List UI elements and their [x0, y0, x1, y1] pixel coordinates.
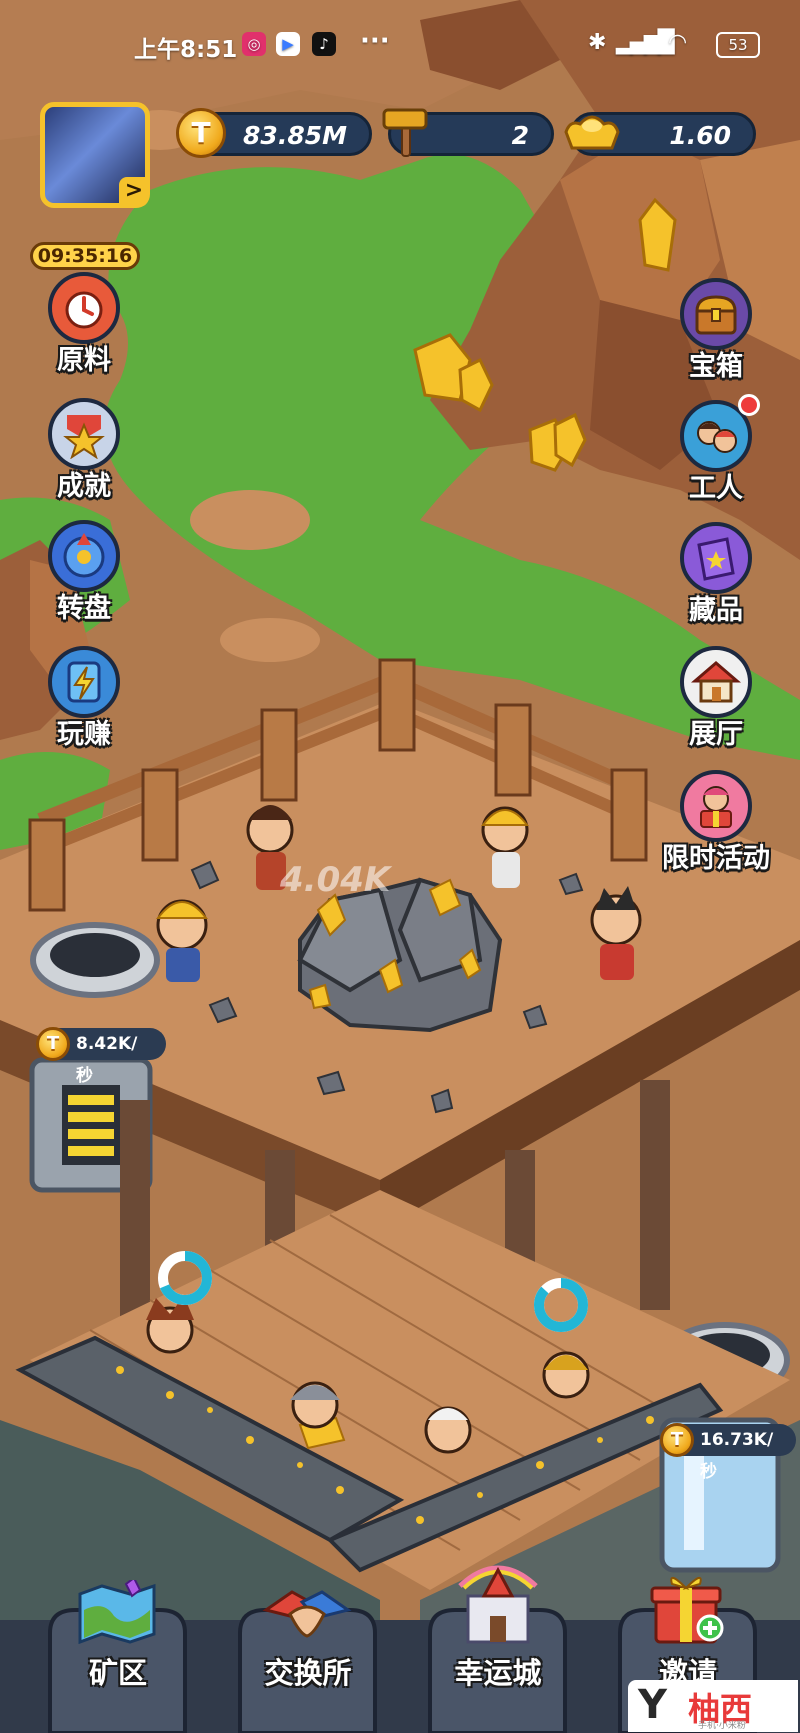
achievements-button[interactable]: 成就	[34, 398, 134, 503]
watermark-logo-mark: Y	[638, 1682, 667, 1728]
wheel-button[interactable]: 转盘	[34, 520, 134, 625]
ingots-value: 1.60	[669, 121, 731, 150]
gold-ingot-icon	[562, 106, 622, 156]
watermark-subtext: 手机·小米粉	[698, 1721, 746, 1731]
battery-indicator: 53	[716, 32, 760, 58]
limited-event-button[interactable]: 限时活动	[636, 770, 796, 875]
raw-materials-label: 原料	[57, 345, 111, 376]
castle-icon	[454, 1556, 542, 1646]
collection-label: 藏品	[689, 595, 743, 626]
status-time: 上午8:51	[134, 37, 238, 63]
wheel-icon	[48, 520, 120, 592]
treasure-chest-label: 宝箱	[689, 351, 743, 382]
achievements-label: 成就	[57, 471, 111, 502]
hammers-value: 2	[511, 121, 529, 150]
map-icon	[74, 1576, 160, 1645]
limited-event-label: 限时活动	[662, 843, 770, 874]
star-badge-icon	[48, 398, 120, 470]
workers-label: 工人	[689, 473, 743, 504]
exhibition-hall-label: 展厅	[689, 719, 743, 750]
ore-rock[interactable]	[300, 880, 500, 1030]
play-earn-label: 玩赚	[57, 719, 111, 750]
signal-icon: ▂▄▆█	[616, 30, 675, 55]
house-icon	[680, 646, 752, 718]
exhibition-hall-button[interactable]: 展厅	[666, 646, 766, 751]
tiktok-icon: ♪	[312, 32, 336, 56]
rock-floating-value: 4.04K	[280, 860, 391, 900]
nav-mine-area-label: 矿区	[88, 1656, 147, 1690]
avatar-expand-arrow-icon: >	[119, 177, 149, 207]
video-app-icon: ▶	[276, 32, 300, 56]
collection-book-icon	[680, 522, 752, 594]
handshake-icon	[262, 1580, 352, 1644]
treasure-chest-icon	[680, 278, 752, 350]
system-status-bar: 上午8:51 ◎ ▶ ♪ ··· ✱ ▂▄▆█ ◠ 53	[0, 18, 800, 74]
coin-icon: T	[36, 1027, 70, 1061]
alarm-clock-icon	[48, 272, 120, 344]
play-earn-button[interactable]: 玩赚	[34, 646, 134, 751]
coin-icon: T	[660, 1423, 694, 1457]
coins-value: 83.85M	[243, 121, 347, 150]
status-more-icon: ···	[360, 26, 390, 56]
workers-button[interactable]: 工人	[666, 394, 766, 505]
left-elevator[interactable]	[32, 1060, 150, 1190]
upper-rate-badge: T 8.42K/秒	[36, 1027, 166, 1086]
coin-icon: T	[176, 108, 226, 158]
lightning-card-icon	[48, 646, 120, 718]
raw-material-timer: 09:35:16	[30, 242, 140, 270]
treasure-chest-button[interactable]: 宝箱	[666, 278, 766, 383]
instagram-icon: ◎	[242, 32, 266, 56]
raw-materials-button[interactable]: 原料	[34, 272, 134, 377]
hammer-icon	[378, 104, 432, 158]
player-avatar[interactable]: >	[40, 102, 150, 208]
source-watermark: Y 柚西 手机·小米粉	[628, 1680, 798, 1732]
collection-button[interactable]: 藏品	[666, 522, 766, 627]
wheel-label: 转盘	[57, 593, 111, 624]
lower-rate-badge: T 16.73K/秒	[660, 1423, 796, 1482]
wifi-icon: ◠	[668, 30, 688, 55]
gift-box-icon	[648, 1570, 728, 1646]
nav-exchange-label: 交换所	[264, 1656, 352, 1690]
nav-lucky-city-label: 幸运城	[454, 1656, 542, 1690]
bluetooth-icon: ✱	[588, 30, 607, 55]
workers-notification-dot	[738, 394, 760, 416]
gift-girl-icon	[680, 770, 752, 842]
